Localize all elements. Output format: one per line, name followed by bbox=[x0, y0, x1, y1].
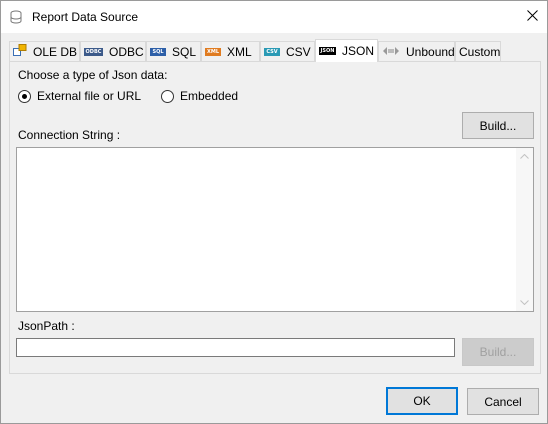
json-tab-panel: Choose a type of Json data: External fil… bbox=[9, 61, 541, 374]
connection-build-button[interactable]: Build... bbox=[462, 112, 534, 139]
radio-button[interactable] bbox=[161, 89, 174, 103]
jsonpath-input[interactable] bbox=[16, 338, 455, 357]
csv-icon: CSV bbox=[264, 47, 280, 56]
tab-label: ODBC bbox=[109, 44, 144, 59]
tab-sql[interactable]: SQL SQL bbox=[146, 41, 201, 61]
cancel-button[interactable]: Cancel bbox=[467, 388, 539, 415]
close-button[interactable] bbox=[517, 1, 547, 33]
unbound-icon bbox=[382, 45, 400, 59]
radio-button-checked[interactable] bbox=[18, 89, 31, 103]
report-data-source-dialog: Report Data Source OLE DB ODBC ODBC SQL … bbox=[0, 0, 548, 424]
window-title: Report Data Source bbox=[32, 10, 139, 24]
tab-odbc[interactable]: ODBC ODBC bbox=[80, 41, 146, 61]
vertical-scrollbar[interactable] bbox=[516, 148, 533, 311]
tab-label: JSON bbox=[342, 44, 375, 58]
scroll-up-icon[interactable] bbox=[516, 148, 533, 165]
jsonpath-build-button[interactable]: Build... bbox=[462, 338, 534, 366]
connection-string-textarea[interactable] bbox=[16, 147, 534, 312]
json-icon: JSON bbox=[319, 47, 336, 55]
tab-label: SQL bbox=[172, 44, 197, 59]
jsonpath-label: JsonPath : bbox=[18, 319, 75, 333]
tab-xml[interactable]: XML XML bbox=[201, 41, 260, 61]
xml-icon: XML bbox=[205, 47, 221, 56]
tab-unbound[interactable]: Unbound bbox=[378, 41, 455, 61]
ok-button[interactable]: OK bbox=[386, 387, 458, 415]
tab-label: Custom bbox=[459, 44, 501, 59]
close-icon bbox=[526, 10, 538, 24]
tab-label: Unbound bbox=[406, 44, 455, 59]
tab-strip: OLE DB ODBC ODBC SQL SQL XML XML CSV CSV… bbox=[9, 39, 539, 62]
json-type-label: Choose a type of Json data: bbox=[18, 68, 168, 82]
tab-label: CSV bbox=[286, 44, 311, 59]
radio-embedded[interactable]: Embedded bbox=[161, 89, 238, 103]
tab-label: OLE DB bbox=[33, 44, 78, 59]
tab-csv[interactable]: CSV CSV bbox=[260, 41, 315, 61]
connection-string-label: Connection String : bbox=[18, 128, 121, 142]
tab-ole-db[interactable]: OLE DB bbox=[9, 41, 80, 61]
tab-json[interactable]: JSON JSON bbox=[315, 39, 378, 62]
radio-label: Embedded bbox=[180, 89, 239, 103]
radio-label: External file or URL bbox=[37, 89, 142, 103]
oledb-icon bbox=[13, 44, 27, 59]
sql-icon: SQL bbox=[150, 47, 166, 56]
database-icon bbox=[10, 10, 22, 24]
radio-external-file[interactable]: External file or URL bbox=[18, 89, 141, 103]
title-bar: Report Data Source bbox=[1, 1, 547, 33]
tab-custom[interactable]: Custom bbox=[455, 41, 501, 61]
tab-label: XML bbox=[227, 44, 252, 59]
scroll-down-icon[interactable] bbox=[516, 294, 533, 311]
odbc-icon: ODBC bbox=[84, 47, 103, 56]
